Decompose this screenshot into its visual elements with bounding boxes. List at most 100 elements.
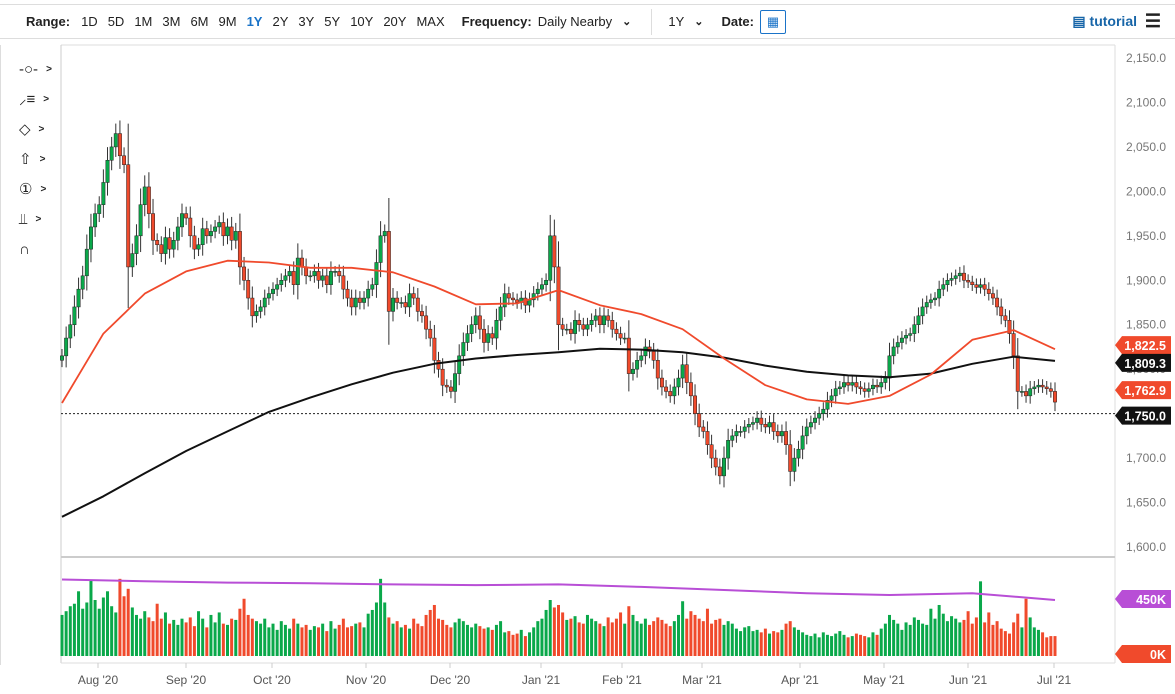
candle-body (72, 306, 77, 325)
candle-body (477, 315, 482, 330)
volume-bar (768, 633, 772, 656)
candle-body (482, 328, 486, 343)
candle (933, 292, 937, 306)
candle (101, 169, 106, 218)
volume-bar (379, 578, 383, 656)
candle (217, 215, 222, 234)
candle (672, 378, 677, 405)
candle-body (771, 422, 776, 432)
candle (97, 196, 102, 223)
candle-body (250, 297, 255, 317)
candle-body (1048, 388, 1053, 392)
candle (953, 269, 958, 285)
candle (701, 420, 706, 439)
candle (866, 382, 871, 398)
candle (659, 369, 664, 396)
volume-bar (830, 636, 834, 656)
candle (726, 428, 731, 470)
candle-body (577, 320, 582, 325)
volume-bar (250, 618, 254, 656)
volume-bar (809, 636, 813, 656)
candle-body (610, 320, 615, 330)
candle (444, 379, 449, 393)
volume-bar (788, 621, 792, 656)
candle-body (217, 222, 222, 228)
candle-body (535, 288, 540, 294)
volume-bar (987, 612, 991, 656)
candle (568, 322, 573, 341)
price-chart[interactable]: 2,150.0 2,100.0 2,050.0 2,000.0 1,950.0 1,900… (0, 0, 1175, 694)
candle-body (602, 315, 606, 325)
candle (709, 434, 714, 469)
candle (84, 234, 89, 291)
candle-body (432, 337, 437, 361)
candle-body (138, 204, 143, 237)
volume-bar (962, 619, 966, 656)
candle-body (560, 324, 565, 330)
candle-body (511, 297, 515, 301)
candle-body (155, 240, 160, 245)
candle-body (899, 337, 904, 343)
candle-body (337, 271, 342, 277)
volume-bar (739, 631, 743, 656)
candle (560, 317, 565, 337)
candle-body (465, 333, 470, 343)
volume-bar (883, 623, 887, 656)
candle-body (937, 288, 942, 299)
x-tick-label: Dec '20 (430, 673, 471, 687)
volume-bar (664, 623, 668, 656)
candle (1053, 382, 1057, 412)
candle (117, 120, 122, 169)
volume-bar (246, 614, 250, 656)
candle-body (730, 435, 735, 441)
candle-body (1003, 315, 1008, 321)
candle-body (676, 377, 681, 388)
candle-body (833, 388, 838, 397)
volume-bar (933, 618, 937, 656)
candle-body (341, 275, 346, 290)
volume-bar (499, 621, 503, 656)
volume-bar (209, 614, 213, 656)
candle (502, 283, 507, 317)
volume-bar (370, 609, 374, 656)
candle (237, 213, 242, 285)
candle-body (105, 159, 110, 183)
candle (68, 314, 73, 349)
candle (353, 289, 358, 316)
volume-bar (304, 624, 308, 656)
candle-body (117, 133, 122, 157)
volume-bar (672, 621, 676, 656)
candle (324, 267, 329, 294)
candle-body (564, 328, 569, 331)
candle (1044, 381, 1049, 395)
sma200-line (61, 347, 1056, 518)
candle-body (266, 293, 271, 299)
candle-body (941, 284, 946, 290)
candle-body (424, 315, 429, 330)
volume-bar (937, 604, 941, 656)
candle (287, 264, 292, 283)
volume-bar (573, 616, 577, 656)
candle-body (242, 266, 247, 281)
volume-bar (507, 631, 511, 656)
candle (93, 203, 98, 237)
candle (904, 329, 908, 345)
volume-bar (581, 623, 585, 656)
volume-bar (912, 617, 916, 656)
candle (453, 362, 458, 403)
candle-body (875, 384, 880, 388)
candle-body (953, 275, 958, 279)
candle-body (999, 306, 1004, 317)
candle-body (800, 435, 805, 450)
volume-bar (238, 608, 242, 656)
volume-bar (813, 633, 817, 656)
volume-bar (403, 624, 407, 656)
candle-body (366, 288, 371, 299)
candle (899, 331, 904, 350)
volume-bar (437, 618, 441, 656)
last-price-tag: 1,762.9 (1124, 384, 1166, 398)
candle (72, 295, 77, 337)
volume-bar (416, 623, 420, 656)
candle-body (804, 426, 809, 437)
candle (722, 446, 726, 488)
